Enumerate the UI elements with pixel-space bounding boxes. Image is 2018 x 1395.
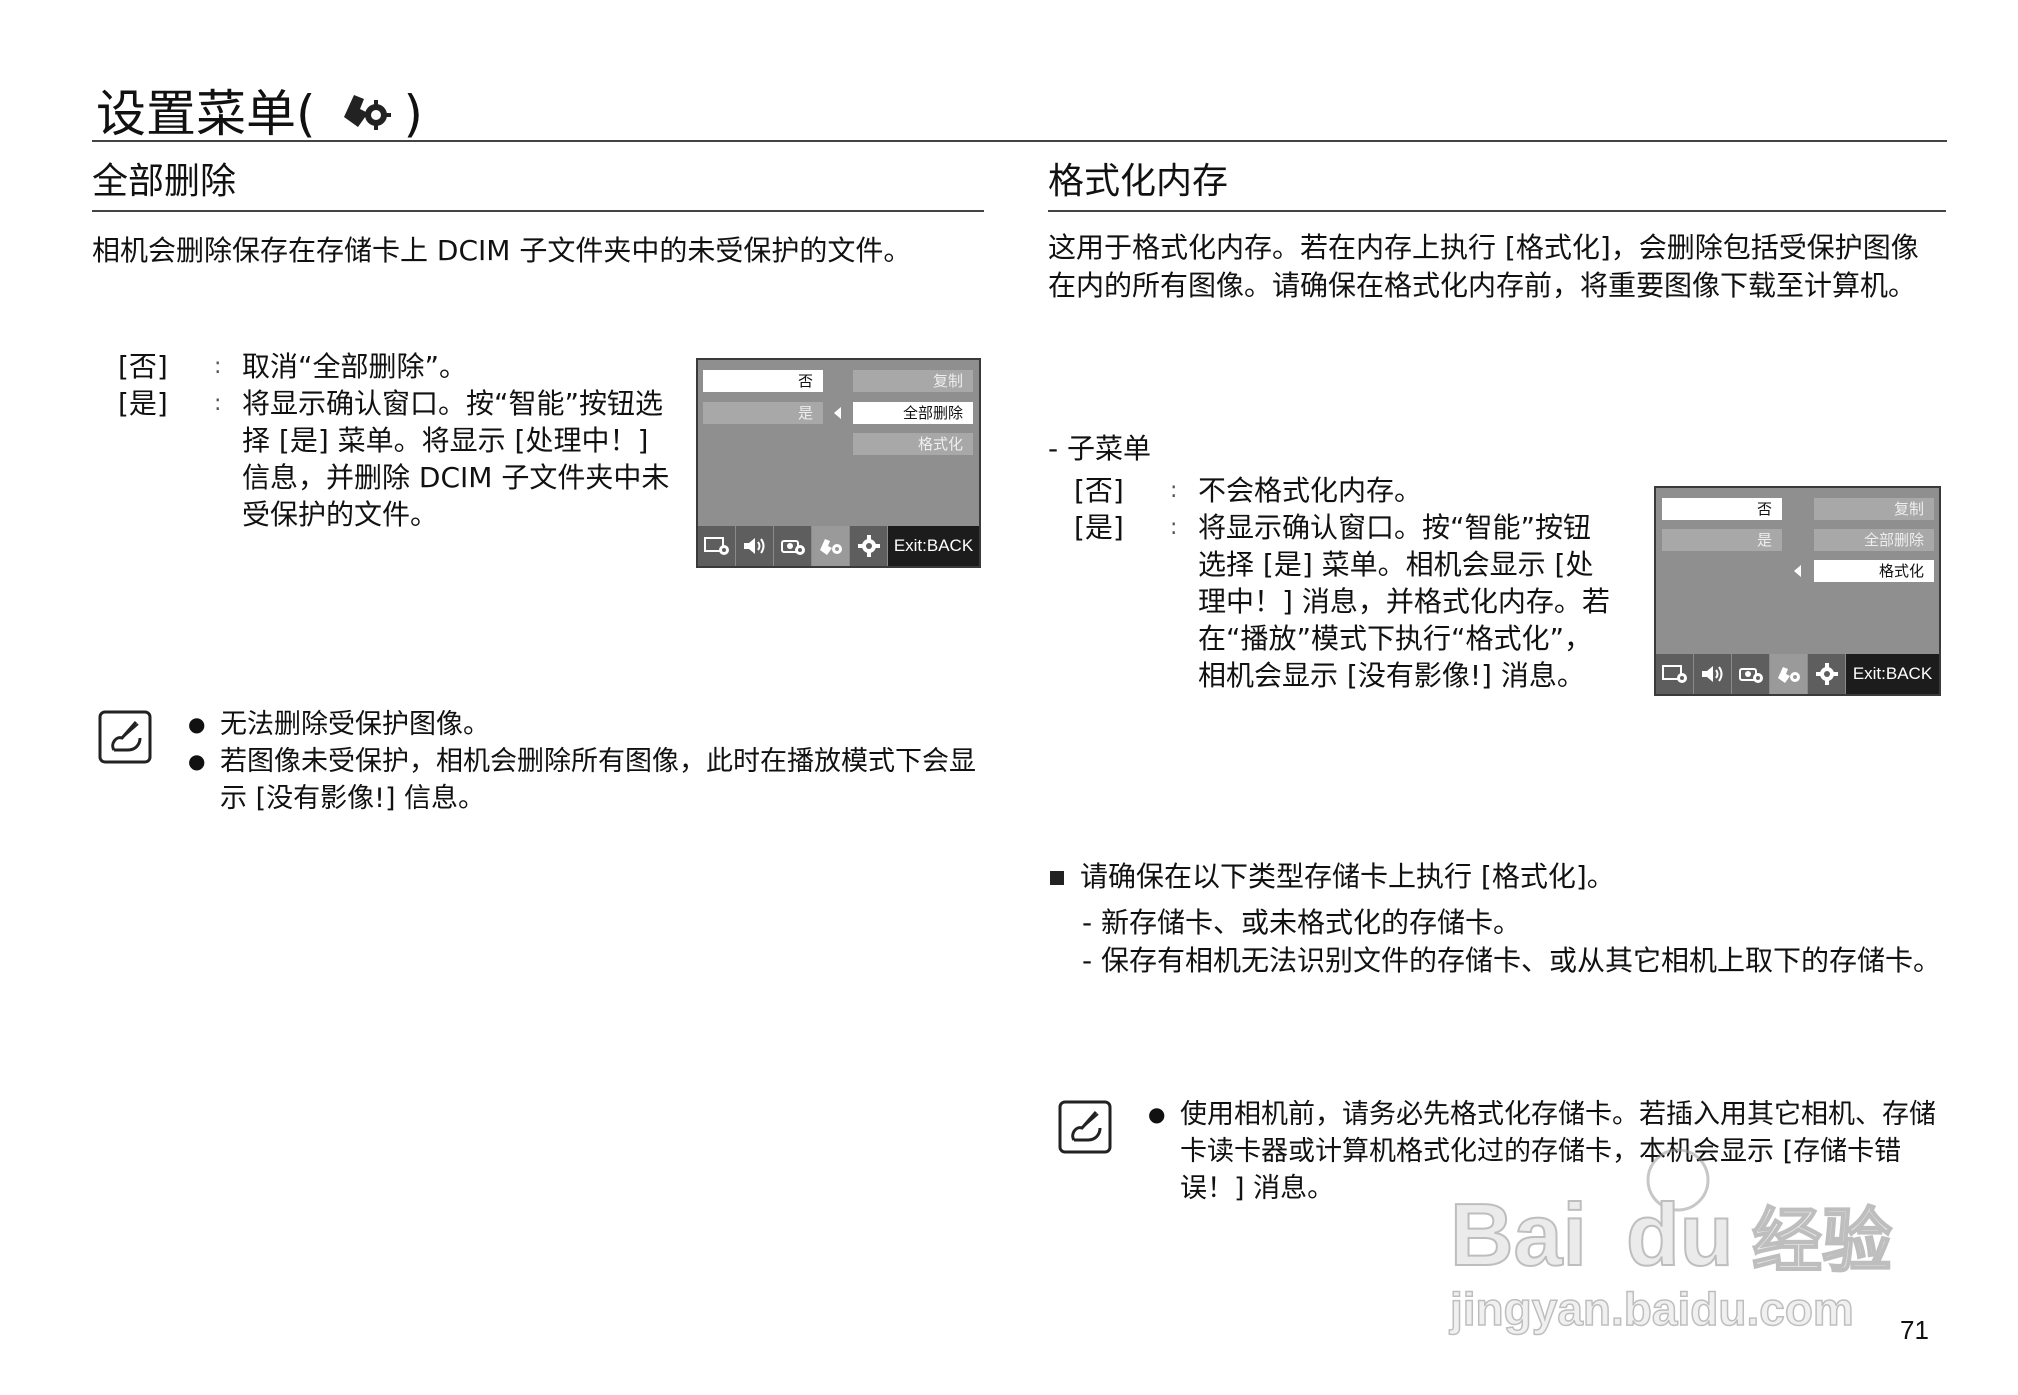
title-rule (92, 140, 1947, 142)
screen-menu-bar: Exit:BACK (698, 526, 979, 566)
bullet-dot: ● (188, 712, 206, 736)
bullet-dot: ● (1148, 1102, 1166, 1126)
note-icon (98, 710, 152, 764)
option-no: [否] : 不会格式化内存。 (1074, 472, 1614, 509)
camera-settings-icon[interactable] (774, 526, 812, 566)
screen-format-item[interactable]: 格式化 (1814, 560, 1934, 582)
option-key: [是] (1074, 511, 1124, 544)
bullet-dot: ● (188, 749, 206, 773)
note-item: ● 若图像未受保护，相机会删除所有图像，此时在播放模式下会显示 [没有影像!] … (188, 743, 988, 817)
delete-all-section-title: 全部删除 (92, 161, 237, 202)
selection-pointer-icon (834, 407, 841, 419)
option-yes: [是] : 将显示确认窗口。按“智能”按钮选择 [是] 菜单。将显示 [处理中！… (118, 385, 674, 533)
sound-icon[interactable] (736, 526, 774, 566)
svg-text:jingyan.baidu.com: jingyan.baidu.com (1449, 1283, 1854, 1335)
option-no: [否] : 取消“全部删除”。 (118, 348, 674, 385)
ensure-format-line: 请确保在以下类型存储卡上执行 [格式化]。 (1050, 858, 1615, 896)
delete-all-notes: ● 无法删除受保护图像。 ● 若图像未受保护，相机会删除所有图像，此时在播放模式… (188, 706, 988, 817)
screen-copy-item[interactable]: 复制 (853, 370, 973, 392)
delete-all-options: [否] : 取消“全部删除”。 [是] : 将显示确认窗口。按“智能”按钮选择 … (118, 348, 674, 533)
svg-text:经验: 经验 (1752, 1200, 1892, 1282)
camera-settings-icon[interactable] (1732, 654, 1770, 694)
option-yes: [是] : 将显示确认窗口。按“智能”按钮选择 [是] 菜单。相机会显示 [处理… (1074, 509, 1614, 694)
sound-icon[interactable] (1694, 654, 1732, 694)
screen-yes-button[interactable]: 是 (1662, 529, 1782, 551)
delete-all-intro: 相机会删除保存在存储卡上 DCIM 子文件夹中的未受保护的文件。 (92, 234, 912, 267)
option-key: [否] (118, 350, 168, 383)
camera-screen-format: 否 是 复制 全部删除 格式化 Exit:BACK (1654, 486, 1941, 696)
option-colon: : (214, 391, 222, 416)
setup-menu-icon[interactable] (1770, 654, 1808, 694)
note-icon (1058, 1100, 1112, 1154)
page-title: 设置菜单( ) (96, 84, 423, 144)
screen-delete-all-item[interactable]: 全部删除 (1814, 529, 1934, 551)
ensure-item: - 保存有相机无法识别文件的存储卡、或从其它相机上取下的存储卡。 (1082, 944, 1942, 977)
screen-no-button[interactable]: 否 (703, 370, 823, 392)
option-text: 将显示确认窗口。按“智能”按钮选择 [是] 菜单。将显示 [处理中！] 信息，并… (242, 387, 670, 531)
note-text: 若图像未受保护，相机会删除所有图像，此时在播放模式下会显示 [没有影像!] 信息… (220, 746, 976, 814)
format-memory-intro: 这用于格式化内存。若在内存上执行 [格式化]，会删除包括受保护图像在内的所有图像… (1048, 231, 1919, 302)
option-text: 取消“全部删除”。 (242, 350, 468, 383)
setup-menu-icon[interactable] (812, 526, 850, 566)
setup-icon (340, 84, 392, 144)
exit-back-button[interactable]: Exit:BACK (888, 526, 979, 566)
page-number: 71 (1900, 1315, 1929, 1345)
option-key: [是] (118, 387, 168, 420)
screen-yes-button[interactable]: 是 (703, 402, 823, 424)
gear-icon[interactable] (1808, 654, 1846, 694)
page-title-suffix: ) (403, 85, 424, 143)
left-section-rule (92, 210, 984, 212)
screen-menu-bar: Exit:BACK (1656, 654, 1939, 694)
camera-screen-delete-all: 否 是 复制 全部删除 格式化 Exit:BACK (696, 358, 981, 568)
gear-icon[interactable] (850, 526, 888, 566)
page-title-prefix: 设置菜单( (96, 85, 316, 143)
baidu-watermark-logo: Bai du 经验 jingyan.baidu.com (1440, 1140, 1920, 1340)
exit-back-button[interactable]: Exit:BACK (1846, 654, 1939, 694)
screen-format-item[interactable]: 格式化 (853, 433, 973, 455)
svg-text:du: du (1626, 1185, 1734, 1284)
right-section-rule (1048, 210, 1946, 212)
screen-delete-all-item[interactable]: 全部删除 (853, 402, 973, 424)
option-colon: : (214, 354, 222, 379)
submenu-label: - 子菜单 (1048, 432, 1152, 465)
ensure-format-text: 请确保在以下类型存储卡上执行 [格式化]。 (1080, 860, 1615, 893)
display-settings-icon[interactable] (698, 526, 736, 566)
screen-no-button[interactable]: 否 (1662, 498, 1782, 520)
option-text: 不会格式化内存。 (1198, 474, 1423, 507)
ensure-item: - 新存储卡、或未格式化的存储卡。 (1082, 906, 1522, 939)
option-key: [否] (1074, 474, 1124, 507)
svg-text:Bai: Bai (1450, 1185, 1587, 1284)
selection-pointer-icon (1794, 565, 1801, 577)
note-item: ● 无法删除受保护图像。 (188, 706, 988, 743)
format-memory-section-title: 格式化内存 (1048, 161, 1229, 202)
option-colon: : (1170, 478, 1178, 503)
display-settings-icon[interactable] (1656, 654, 1694, 694)
note-text: 无法删除受保护图像。 (220, 709, 490, 740)
screen-copy-item[interactable]: 复制 (1814, 498, 1934, 520)
square-bullet-icon (1050, 871, 1064, 885)
option-colon: : (1170, 515, 1178, 540)
format-memory-options: [否] : 不会格式化内存。 [是] : 将显示确认窗口。按“智能”按钮选择 [… (1074, 472, 1614, 694)
option-text: 将显示确认窗口。按“智能”按钮选择 [是] 菜单。相机会显示 [处理中！] 消息… (1198, 511, 1610, 692)
